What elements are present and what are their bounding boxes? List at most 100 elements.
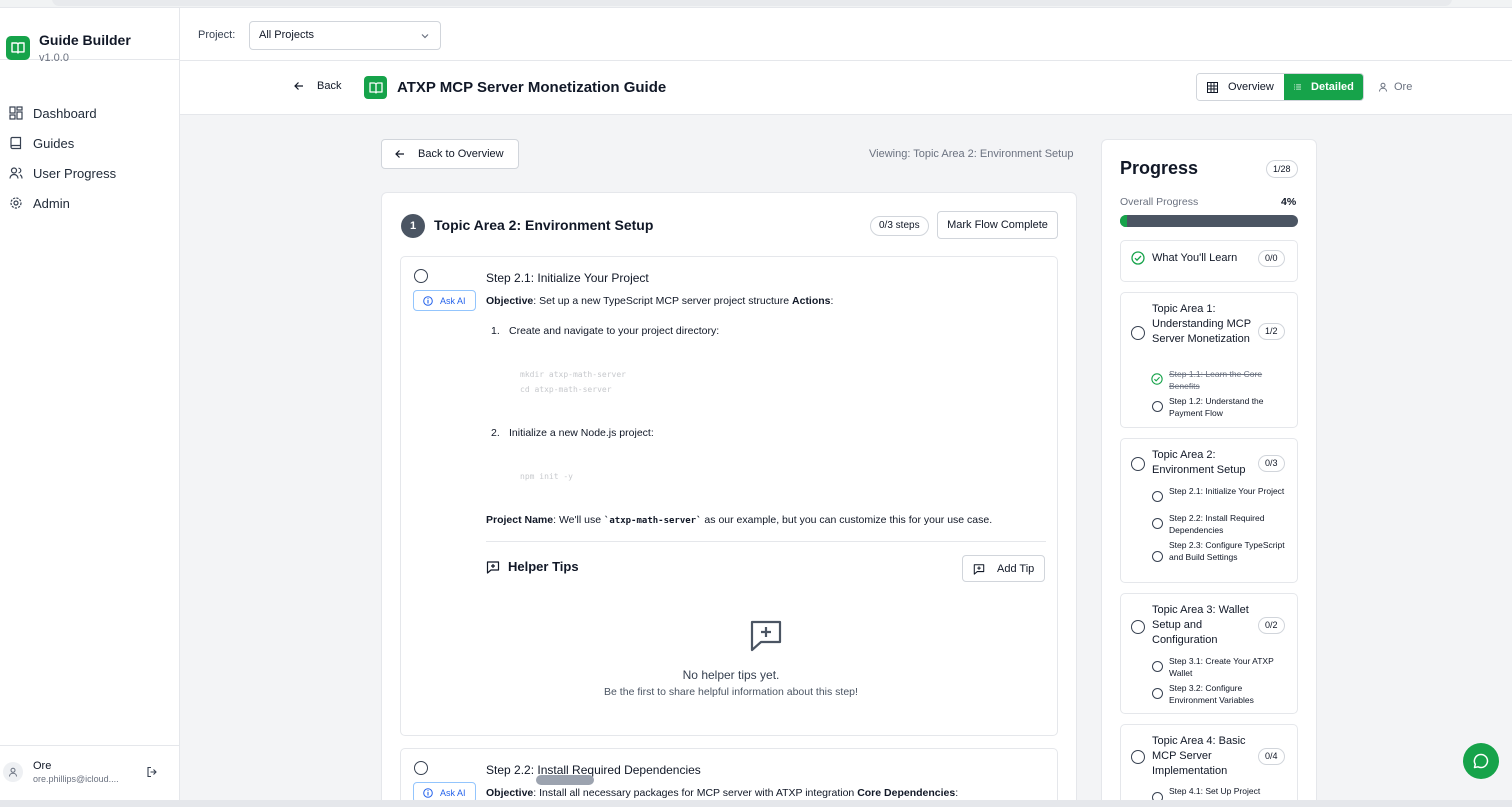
- topic-title: Topic Area 2: Environment Setup: [1152, 449, 1246, 476]
- topic-item[interactable]: Topic Area 3: Wallet Setup and Configura…: [1120, 593, 1298, 714]
- back-to-overview-button[interactable]: Back to Overview: [381, 139, 519, 169]
- empty-tips-title: No helper tips yet.: [682, 668, 780, 682]
- sub-step-radio[interactable]: [1152, 551, 1163, 562]
- topic-title: What You'll Learn: [1152, 252, 1238, 264]
- sub-step-item[interactable]: Step 1.2: Understand the Payment Flow: [1169, 395, 1289, 419]
- step-title: Step 2.1: Initialize Your Project: [486, 271, 649, 285]
- sidebar-nav: Dashboard Guides User Progress Admin: [0, 98, 179, 218]
- back-button[interactable]: Back: [293, 80, 341, 92]
- info-icon: [423, 787, 433, 798]
- horizontal-scrollbar[interactable]: [536, 775, 594, 785]
- sidebar-item-admin[interactable]: Admin: [0, 188, 179, 218]
- ask-ai-label: Ask AI: [440, 787, 466, 798]
- flow-number: 1: [401, 214, 425, 238]
- step-complete-radio[interactable]: [414, 269, 428, 283]
- sub-step-radio[interactable]: [1152, 688, 1163, 699]
- arrow-left-icon: [395, 150, 404, 158]
- arrow-left-icon: [294, 82, 303, 90]
- topic-radio[interactable]: [1131, 457, 1145, 471]
- topic-item[interactable]: Topic Area 4: Basic MCP Server Implement…: [1120, 724, 1298, 806]
- detailed-label: Detailed: [1311, 81, 1354, 93]
- check-circle-icon: [1131, 251, 1145, 265]
- sub-step-item[interactable]: Step 3.2: Configure Environment Variable…: [1169, 682, 1289, 706]
- step-complete-radio[interactable]: [414, 761, 428, 775]
- sub-step-item[interactable]: Step 3.1: Create Your ATXP Wallet: [1169, 655, 1289, 679]
- step-card: Ask AI Step 2.2: Install Required Depend…: [400, 748, 1058, 806]
- user-icon: [9, 767, 17, 777]
- sub-step-item[interactable]: Step 1.1: Learn the Core Benefits: [1169, 368, 1289, 392]
- topic-title: Topic Area 3: Wallet Setup and Configura…: [1152, 604, 1249, 646]
- divider: [486, 541, 1046, 542]
- topic-badge: 0/3: [1258, 455, 1285, 472]
- code-block: mkdir atxp-math-server cd atxp-math-serv…: [520, 370, 626, 394]
- step-objective: Objective: Install all necessary package…: [486, 787, 959, 799]
- topic-radio[interactable]: [1131, 750, 1145, 764]
- ask-ai-button[interactable]: Ask AI: [413, 290, 476, 311]
- topic-item[interactable]: Topic Area 1: Understanding MCP Server M…: [1120, 292, 1298, 428]
- sub-step-radio[interactable]: [1152, 401, 1163, 412]
- mark-flow-complete-button[interactable]: Mark Flow Complete: [937, 211, 1058, 239]
- project-bar: Project: All Projects: [180, 8, 1512, 61]
- book-open-logo-icon: [6, 36, 30, 60]
- what-youll-learn-item[interactable]: What You'll Learn 0/0: [1120, 240, 1298, 282]
- message-plus-icon: [486, 560, 500, 574]
- overview-view-button[interactable]: Overview: [1197, 74, 1284, 100]
- topic-badge: 0/2: [1258, 617, 1285, 634]
- guide-header: Back ATXP MCP Server Monetization Guide …: [180, 61, 1512, 115]
- sidebar-item-label: Guides: [33, 135, 75, 151]
- list-item: 1. Create and navigate to your project di…: [491, 325, 720, 337]
- progress-count-badge: 1/28: [1266, 160, 1298, 178]
- empty-tips-subtitle: Be the first to share helpful informatio…: [604, 686, 858, 698]
- book-icon: [10, 136, 22, 150]
- project-select-value: All Projects: [259, 29, 315, 41]
- grid-icon: [1207, 81, 1218, 93]
- sub-step-radio[interactable]: [1152, 661, 1163, 672]
- progress-title: Progress: [1120, 158, 1199, 178]
- project-name-note: Project Name: We'll use `atxp-math-serve…: [486, 514, 993, 526]
- flow-steps-badge: 0/3 steps: [870, 216, 929, 236]
- flow-card: 1 Topic Area 2: Environment Setup 0/3 st…: [381, 192, 1077, 807]
- sub-step-item[interactable]: Step 2.1: Initialize Your Project: [1169, 485, 1289, 497]
- step-objective: Objective: Set up a new TypeScript MCP s…: [486, 295, 834, 307]
- guide-title: ATXP MCP Server Monetization Guide: [397, 79, 667, 96]
- user-icon: [1379, 82, 1387, 92]
- project-select[interactable]: All Projects: [249, 21, 441, 50]
- sub-step-item[interactable]: Step 2.2: Install Required Dependencies: [1169, 512, 1289, 536]
- add-tip-button[interactable]: Add Tip: [962, 555, 1045, 582]
- bottom-scrollbar-track: [0, 800, 1512, 807]
- sub-step-radio[interactable]: [1152, 518, 1163, 529]
- add-tip-label: Add Tip: [997, 562, 1035, 575]
- sub-step-radio[interactable]: [1152, 491, 1163, 502]
- topic-item[interactable]: Topic Area 2: Environment Setup 0/3 Step…: [1120, 438, 1298, 583]
- user-name: Ore: [33, 760, 52, 772]
- sub-step-item[interactable]: Step 2.3: Configure TypeScript and Build…: [1169, 539, 1289, 563]
- logout-icon[interactable]: [146, 766, 158, 781]
- progress-bar: [1120, 215, 1298, 227]
- topic-radio[interactable]: [1131, 620, 1145, 634]
- topic-badge: 1/2: [1258, 323, 1285, 340]
- sidebar-item-label: Admin: [33, 195, 70, 211]
- message-plus-icon: [749, 619, 783, 656]
- sub-step-item[interactable]: Step 4.1: Set Up Project: [1169, 785, 1289, 797]
- viewing-label: Viewing: Topic Area 2: Environment Setup: [869, 148, 1074, 160]
- sidebar-item-user-progress[interactable]: User Progress: [0, 158, 179, 188]
- message-plus-icon: [973, 563, 985, 575]
- back-to-overview-label: Back to Overview: [418, 148, 504, 160]
- detailed-view-button[interactable]: Detailed: [1283, 74, 1363, 100]
- app-name: Guide Builder: [39, 32, 131, 48]
- sidebar-item-guides[interactable]: Guides: [0, 128, 179, 158]
- header-user[interactable]: Ore: [1378, 81, 1412, 93]
- topic-radio[interactable]: [1131, 326, 1145, 340]
- helper-tips-heading: Helper Tips: [486, 559, 579, 574]
- progress-bar-fill: [1120, 215, 1128, 227]
- sidebar-item-dashboard[interactable]: Dashboard: [0, 98, 179, 128]
- back-label: Back: [317, 80, 342, 92]
- topic-title: Topic Area 4: Basic MCP Server Implement…: [1152, 735, 1246, 777]
- app-version: v1.0.0: [39, 52, 69, 64]
- topic-title: Topic Area 1: Understanding MCP Server M…: [1152, 303, 1251, 345]
- sidebar: Guide Builder v1.0.0 Dashboard Guides Us…: [0, 8, 180, 800]
- chat-button[interactable]: [1463, 743, 1499, 779]
- overall-progress-label: Overall Progress: [1120, 196, 1199, 208]
- topic-badge: 0/0: [1258, 250, 1285, 267]
- code-block: npm init -y: [520, 472, 573, 481]
